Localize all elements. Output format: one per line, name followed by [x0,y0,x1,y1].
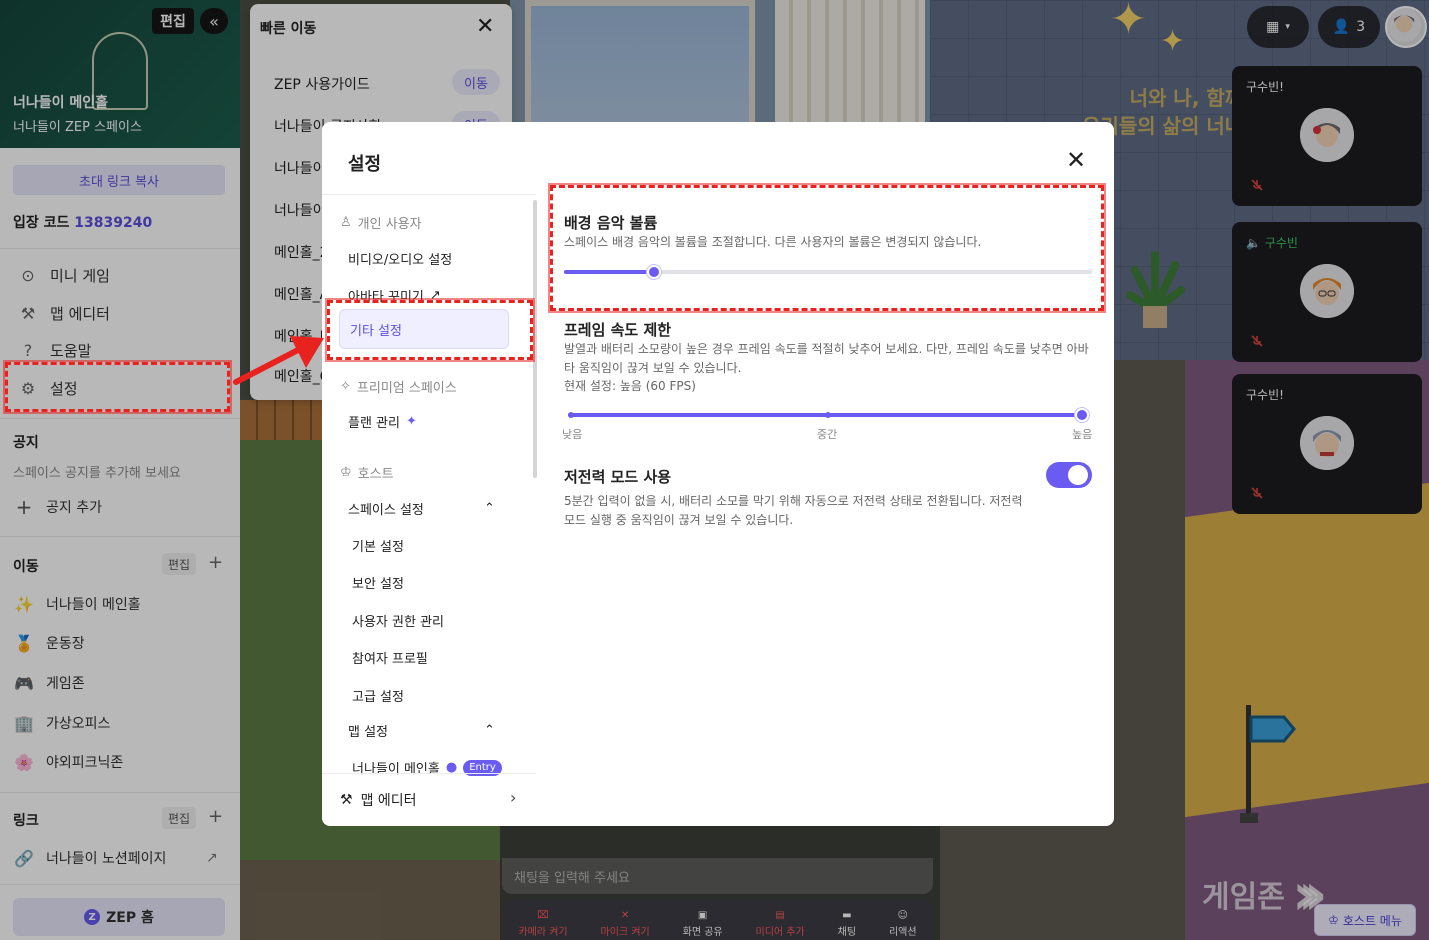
chevron-up-icon: ⌃ [484,501,495,516]
settings-nav: ♙ 개인 사용자 비디오/오디오 설정 아바타 꾸미기 ↗ 기타 설정 ✧ 프리미엄 … [322,195,536,826]
settings-title: 설정 [348,154,382,175]
nav-plan[interactable]: 플랜 관리 ✦ [348,412,417,431]
nav-map-editor[interactable]: ⚒ 맵 에디터 [340,790,417,810]
user-icon: ♙ [340,215,352,230]
power-save-toggle[interactable] [1046,462,1092,488]
nav-map-settings[interactable]: 맵 설정 ⌃ [348,721,495,740]
nav-sub-profile[interactable]: 참여자 프로필 [352,648,428,667]
toggle-knob [1068,465,1088,485]
annotation-box [5,362,230,412]
nav-scrollbar[interactable] [533,200,537,478]
power-save-desc: 5분간 입력이 없을 시, 배터리 소모를 막기 위해 자동으로 저전력 상태로… [564,494,1023,527]
fps-desc: 발열과 배터리 소모량이 높은 경우 프레임 속도를 적절히 낮추어 보세요. … [564,342,1089,375]
sparkle-icon: ✦ [405,414,417,429]
nav-video-audio[interactable]: 비디오/오디오 설정 [348,249,452,268]
annotation-box [327,300,533,360]
fps-tick-low: 낮음 [562,428,583,441]
chevron-right-icon: › [510,788,517,807]
power-save-title: 저전력 모드 사용 [564,468,672,486]
nav-space-settings[interactable]: 스페이스 설정 ⌃ [348,499,495,518]
nav-sub-permissions[interactable]: 사용자 권한 관리 [352,611,444,630]
close-icon[interactable]: ✕ [1066,146,1086,174]
nav-map-entry[interactable]: 너나들이 메인홀 ● Entry [352,758,502,777]
nav-group-premium: ✧ 프리미엄 스페이스 [340,379,457,396]
fps-tick-high: 높음 [1072,428,1093,441]
fps-tick-mid: 중간 [817,428,838,441]
nav-sub-basic[interactable]: 기본 설정 [352,536,404,555]
fps-knob[interactable] [1075,408,1089,422]
nav-sub-advanced[interactable]: 고급 설정 [352,686,404,705]
annotation-box [550,185,1104,311]
nav-sub-security[interactable]: 보안 설정 [352,573,404,592]
chevron-up-icon: ⌃ [484,723,495,738]
fps-stop [825,412,831,418]
nav-group-host: ♔ 호스트 [340,465,394,482]
sparkle-icon: ✧ [340,379,351,394]
divider [322,773,536,774]
nav-group-personal: ♙ 개인 사용자 [340,215,422,232]
fps-stop [568,412,574,418]
fps-current: 현재 설정: 높음 (60 FPS) [564,379,696,393]
crown-icon: ♔ [340,465,352,480]
fps-title: 프레임 속도 제한 [564,321,672,339]
hammer-icon: ⚒ [340,792,353,808]
annotation-arrow-icon [233,336,324,385]
